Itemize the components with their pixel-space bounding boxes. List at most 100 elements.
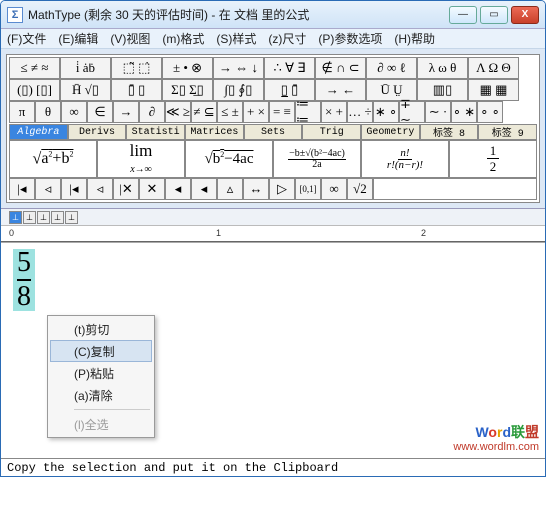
context-selectall: (l)全选: [50, 413, 152, 435]
palette-cell[interactable]: = ≡: [269, 101, 295, 123]
palette-cell[interactable]: λ ω θ: [417, 57, 468, 79]
palette-cell[interactable]: √2: [347, 178, 373, 200]
palette-row-5: |◂ ◃ |◂ ◃ |✕ ✕ ◂ ◂ ▵ ↔ ▷ [0,1] ∞ √2: [9, 178, 537, 200]
palette-cell[interactable]: Λ Ω Θ: [468, 57, 519, 79]
app-window: Σ MathType (剩余 30 天的评估时间) - 在 文档 里的公式 — …: [0, 0, 546, 477]
palette-cell[interactable]: ∗ ∘: [373, 101, 399, 123]
context-copy[interactable]: (C)复制: [50, 340, 152, 362]
tab-stop-right[interactable]: ⊥: [37, 211, 50, 224]
palette-cell[interactable]: ▵: [217, 178, 243, 200]
ruler-mark: 1: [216, 228, 221, 238]
palette-cell[interactable]: →: [113, 101, 139, 123]
palette-cell[interactable]: π: [9, 101, 35, 123]
palette-cell[interactable]: ▷: [269, 178, 295, 200]
tab-custom-8[interactable]: 标签 8: [420, 124, 479, 140]
menu-bar: (F)文件 (E)编辑 (V)视图 (m)格式 (S)样式 (z)尺寸 (P)参…: [1, 29, 545, 49]
palette-cell[interactable]: ▥▯: [417, 79, 468, 101]
fraction-selected[interactable]: 5 8: [13, 249, 35, 311]
maximize-button[interactable]: ▭: [480, 6, 508, 24]
context-separator: [74, 409, 150, 410]
minimize-button[interactable]: —: [449, 6, 477, 24]
tab-sets[interactable]: Sets: [244, 124, 303, 140]
palette-cell[interactable]: ± • ⊗: [162, 57, 213, 79]
template-limit[interactable]: limx→∞: [97, 140, 185, 178]
template-sqrt-sum[interactable]: √a2+b2: [9, 140, 97, 178]
palette-cell[interactable]: ≤ ≠ ≈: [9, 57, 60, 79]
palette-cell[interactable]: |✕: [113, 178, 139, 200]
fraction-numerator[interactable]: 5: [17, 249, 31, 277]
equation-canvas[interactable]: 5 8 (t)剪切 (C)复制 (P)粘贴 (a)清除 (l)全选 Word联盟…: [1, 243, 545, 458]
context-cut[interactable]: (t)剪切: [50, 318, 152, 340]
palette-cell[interactable]: … ÷: [347, 101, 373, 123]
palette-cell[interactable]: ∞: [321, 178, 347, 200]
palette-cell[interactable]: ∉ ∩ ⊂: [315, 57, 366, 79]
palette-cell[interactable]: × +: [321, 101, 347, 123]
watermark-brand: Word联盟: [453, 425, 539, 440]
tab-statistics[interactable]: Statisti: [126, 124, 185, 140]
palette-cell[interactable]: [0,1]: [295, 178, 321, 200]
palette-cell[interactable]: i̇ ȧḃ: [60, 57, 111, 79]
menu-file[interactable]: (F)文件: [7, 30, 46, 47]
palette-cell[interactable]: → ⇔ ↓: [213, 57, 264, 79]
context-clear[interactable]: (a)清除: [50, 384, 152, 406]
tab-derivs[interactable]: Derivs: [68, 124, 127, 140]
context-paste[interactable]: (P)粘贴: [50, 362, 152, 384]
template-row: √a2+b2 limx→∞ √b2−4ac −b±√(b²−4ac)2a n!r…: [9, 140, 537, 178]
palette-cell[interactable]: ∘ ∘: [477, 101, 503, 123]
template-discriminant[interactable]: √b2−4ac: [185, 140, 273, 178]
fraction-denominator[interactable]: 8: [17, 283, 31, 311]
template-combination[interactable]: n!r!(n−r)!: [361, 140, 449, 178]
palette-cell[interactable]: ≔ ≔: [295, 101, 321, 123]
palette-cell[interactable]: ∂: [139, 101, 165, 123]
palette-cell[interactable]: ▦ ▦: [468, 79, 519, 101]
palette-cell[interactable]: (▯) [▯]: [9, 79, 60, 101]
template-quadratic[interactable]: −b±√(b²−4ac)2a: [273, 140, 361, 178]
tab-custom-9[interactable]: 标签 9: [478, 124, 537, 140]
title-bar[interactable]: Σ MathType (剩余 30 天的评估时间) - 在 文档 里的公式 — …: [1, 1, 545, 29]
category-tabs: Algebra Derivs Statisti Matrices Sets Tr…: [9, 124, 537, 140]
palette-cell[interactable]: ∴ ∀ ∃: [264, 57, 315, 79]
menu-style[interactable]: (S)样式: [216, 30, 256, 47]
menu-size[interactable]: (z)尺寸: [268, 30, 306, 47]
tab-stop-left[interactable]: ⊥: [9, 211, 22, 224]
menu-prefs[interactable]: (P)参数选项: [318, 30, 382, 47]
palette-cell[interactable]: H̄ √▯: [60, 79, 111, 101]
palette-cell[interactable]: Σ▯ Σ̲▯: [162, 79, 213, 101]
palette-cell[interactable]: ∘ ∗: [451, 101, 477, 123]
palette-cell[interactable]: ∞: [61, 101, 87, 123]
palette-cell[interactable]: ◂: [165, 178, 191, 200]
palette-row-3: π θ ∞ ∈ → ∂ ≪ ≥ ≠ ⊆ ≤ ± + × = ≡ ≔ ≔ × + …: [9, 101, 537, 123]
palette-cell[interactable]: ⬚̃ ⬚̇: [111, 57, 162, 79]
tab-stop-decimal[interactable]: ⊥: [51, 211, 64, 224]
tab-stop-center[interactable]: ⊥: [23, 211, 36, 224]
palette-cell[interactable]: ∫▯ ∮▯: [213, 79, 264, 101]
palette-cell[interactable]: → ←: [315, 79, 366, 101]
menu-help[interactable]: (H)帮助: [394, 30, 435, 47]
palette-cell[interactable]: ≤ ±: [217, 101, 243, 123]
palette-cell[interactable]: ∼ ·: [425, 101, 451, 123]
palette-cell[interactable]: ≪ ≥: [165, 101, 191, 123]
menu-view[interactable]: (V)视图: [110, 30, 150, 47]
palette-cell[interactable]: |◂: [9, 178, 35, 200]
ruler[interactable]: 0 1 2: [1, 226, 545, 242]
palette-cell[interactable]: ↔: [243, 178, 269, 200]
palette-cell[interactable]: ∓ ∼: [399, 101, 425, 123]
menu-edit[interactable]: (E)编辑: [58, 30, 98, 47]
palette-cell[interactable]: ◃: [35, 178, 61, 200]
menu-format[interactable]: (m)格式: [162, 30, 204, 47]
palette-cell[interactable]: ∈: [87, 101, 113, 123]
tab-matrices[interactable]: Matrices: [185, 124, 244, 140]
palette-cell[interactable]: θ: [35, 101, 61, 123]
palette-cell[interactable]: ◂: [191, 178, 217, 200]
palette-cell[interactable]: + ×: [243, 101, 269, 123]
palette-cell[interactable]: ∂ ∞ ℓ: [366, 57, 417, 79]
tab-algebra[interactable]: Algebra: [9, 124, 68, 140]
palette-cell[interactable]: ✕: [139, 178, 165, 200]
palette-cell[interactable]: ≠ ⊆: [191, 101, 217, 123]
palette-cell[interactable]: ▯̄ ▯: [111, 79, 162, 101]
close-button[interactable]: X: [511, 6, 539, 24]
tab-stop-bar[interactable]: ⊥: [65, 211, 78, 224]
template-half[interactable]: 12: [449, 140, 537, 178]
palette-cell[interactable]: ◃: [87, 178, 113, 200]
palette-cell[interactable]: |◂: [61, 178, 87, 200]
